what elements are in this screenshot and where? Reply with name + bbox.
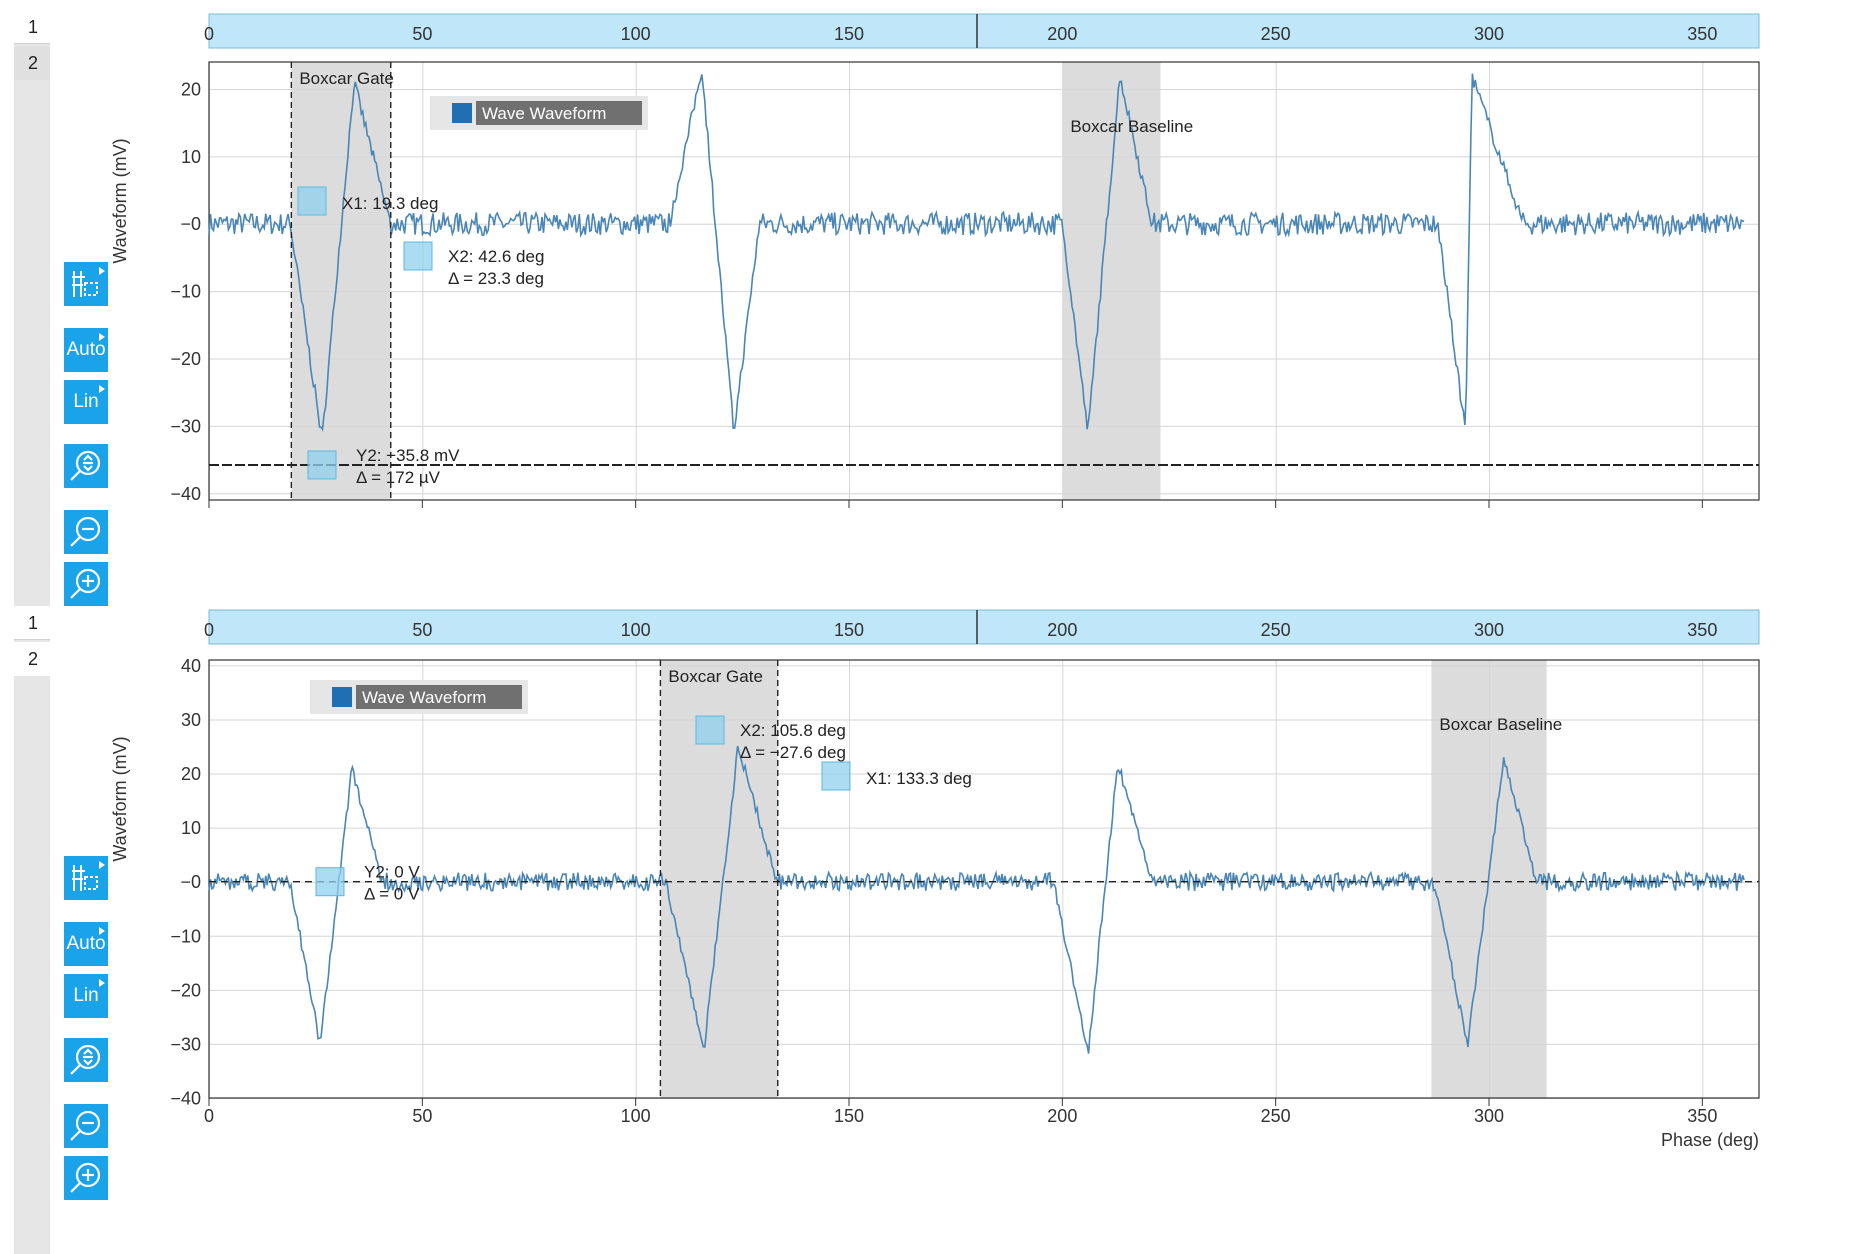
- x-axis-label: Phase (deg): [1661, 1130, 1759, 1150]
- top-axis-tick-label: 350: [1687, 24, 1717, 44]
- y-tick-label: 10: [181, 147, 201, 167]
- cursor-y2-label: Y2: 0 V: [364, 863, 420, 882]
- boxcar-region-label: Boxcar Baseline: [1070, 117, 1193, 136]
- cursor-x2-label: X2: 105.8 deg: [740, 721, 846, 740]
- legend-swatch: [332, 687, 352, 707]
- x-tick-label: 350: [1687, 1106, 1717, 1126]
- top-axis-tick-label: 100: [621, 24, 651, 44]
- cursor-dx-label: Δ = −27.6 deg: [740, 743, 846, 762]
- legend-label: Wave Waveform: [482, 104, 606, 123]
- top-axis-tick-label: 50: [412, 24, 432, 44]
- top-axis-tick-label: 50: [412, 620, 432, 640]
- y-axis-label: Waveform (mV): [110, 138, 130, 263]
- top-axis-tick-label: 250: [1261, 620, 1291, 640]
- y-tick-label: −10: [170, 926, 201, 946]
- top-axis-tick-label: 100: [621, 620, 651, 640]
- legend-label: Wave Waveform: [362, 688, 486, 707]
- cursor-x2-handle: [695, 715, 725, 745]
- y-tick-label: −20: [170, 980, 201, 1000]
- y-tick-label: −20: [170, 349, 201, 369]
- y-tick-label: −0: [180, 872, 201, 892]
- waveform-chart-bottom[interactable]: 0 50 100 150 200 250 300 350−40−30−20−10−010203…: [14, 606, 1876, 1254]
- x-tick-label: 300: [1474, 1106, 1504, 1126]
- cursor-x1-label: X1: 133.3 deg: [866, 769, 972, 788]
- waveform-chart-top[interactable]: 0 50 100 150 200 250 300 350 −40 −30 −20 −10 −0 10 20 W…: [14, 10, 1876, 606]
- x-tick-label: 100: [621, 1106, 651, 1126]
- x-tick-label: 250: [1261, 1106, 1291, 1126]
- x-tick-label: 200: [1047, 1106, 1077, 1126]
- y-tick-label: −10: [170, 282, 201, 302]
- cursor-dy-label: Δ = 0 V: [364, 885, 420, 904]
- cursor-y2-handle: [307, 450, 337, 480]
- top-axis-tick-label: 0: [204, 24, 214, 44]
- top-axis-tick-label: 350: [1687, 620, 1717, 640]
- y-tick-label: 40: [181, 656, 201, 676]
- y-tick-label: 30: [181, 710, 201, 730]
- top-axis-tick-label: 0: [204, 620, 214, 640]
- y-tick-label: −30: [170, 1034, 201, 1054]
- top-phase-axis: [208, 13, 1760, 49]
- plot-panel-bottom: 1 2 Auto Lin 0 50 100 150 200 250 300 35…: [14, 606, 1876, 1254]
- cursor-y2-label: Y2: −35.8 mV: [356, 446, 460, 465]
- cursor-y2-handle: [315, 867, 345, 897]
- top-axis-tick-label: 150: [834, 620, 864, 640]
- y-tick-label: −40: [170, 484, 201, 504]
- legend-swatch: [452, 103, 472, 123]
- cursor-dy-label: Δ = 172 µV: [356, 468, 441, 487]
- boxcar-region-label: Boxcar Baseline: [1439, 715, 1562, 734]
- top-axis-tick-label: 300: [1474, 24, 1504, 44]
- top-axis-tick-label: 150: [834, 24, 864, 44]
- y-tick-label: 20: [181, 79, 201, 99]
- top-axis-tick-label: 300: [1474, 620, 1504, 640]
- boxcar-region: [291, 62, 391, 500]
- cursor-x2-handle: [403, 241, 433, 271]
- top-phase-axis: [208, 609, 1760, 645]
- plot-panel-top: 1 2 Auto Lin 0 50 100 150 200 250 300 35…: [14, 10, 1876, 606]
- y-tick-label: 20: [181, 764, 201, 784]
- x-tick-label: 50: [412, 1106, 432, 1126]
- y-axis-label: Waveform (mV): [110, 736, 130, 861]
- cursor-x1-handle: [297, 186, 327, 216]
- cursor-x1-handle: [821, 761, 851, 791]
- x-tick-label: 0: [204, 1106, 214, 1126]
- boxcar-region-label: Boxcar Gate: [299, 69, 394, 88]
- x-tick-label: 150: [834, 1106, 864, 1126]
- cursor-x1-label: X1: 19.3 deg: [342, 194, 438, 213]
- top-axis-tick-label: 250: [1261, 24, 1291, 44]
- top-axis-tick-label: 200: [1047, 24, 1077, 44]
- top-axis-tick-label: 200: [1047, 620, 1077, 640]
- y-tick-label: −0: [180, 214, 201, 234]
- y-tick-label: −40: [170, 1089, 201, 1109]
- boxcar-region-label: Boxcar Gate: [668, 667, 763, 686]
- y-tick-label: 10: [181, 818, 201, 838]
- cursor-x2-label: X2: 42.6 deg: [448, 247, 544, 266]
- y-tick-label: −30: [170, 416, 201, 436]
- cursor-dx-label: Δ = 23.3 deg: [448, 269, 544, 288]
